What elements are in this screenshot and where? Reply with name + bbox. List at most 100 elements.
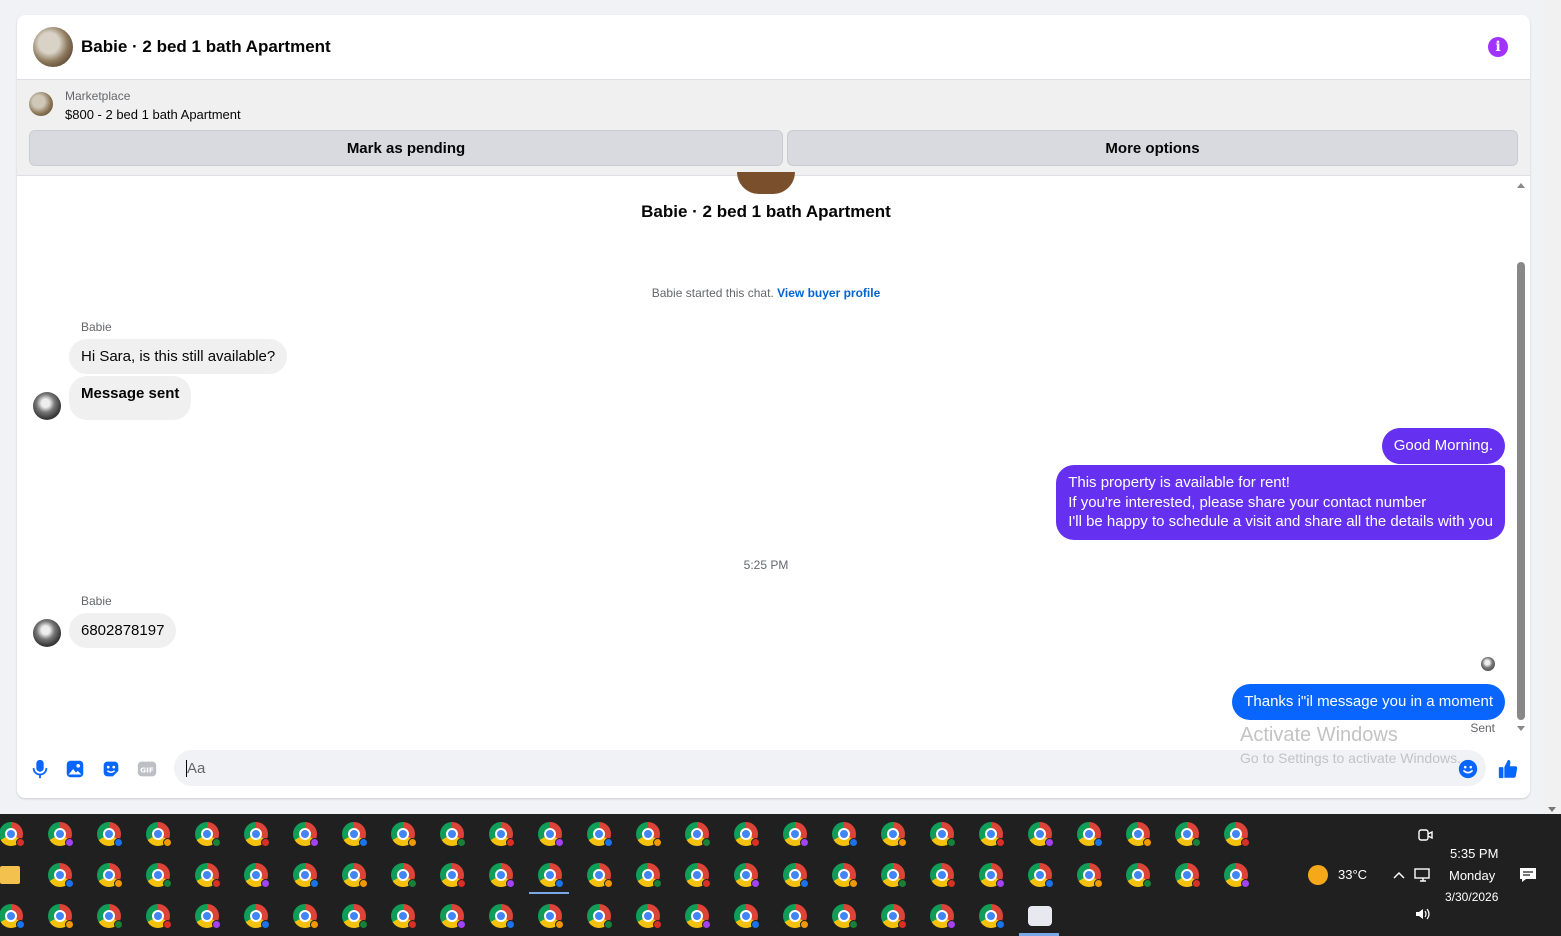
snipping-tool-icon[interactable] <box>1028 906 1052 926</box>
chrome-profile-icon[interactable] <box>538 863 564 888</box>
chrome-profile-icon[interactable] <box>391 863 417 888</box>
chrome-profile-icon[interactable] <box>832 863 858 888</box>
chrome-profile-icon[interactable] <box>244 863 270 888</box>
network-icon[interactable] <box>1414 867 1432 883</box>
image-icon[interactable] <box>64 758 86 780</box>
chrome-profile-icon[interactable] <box>440 863 466 888</box>
chrome-profile-icon[interactable] <box>881 863 907 888</box>
chrome-profile-icon[interactable] <box>244 904 270 929</box>
chrome-profile-icon[interactable] <box>489 863 515 888</box>
chrome-profile-icon[interactable] <box>48 822 74 847</box>
avatar[interactable] <box>33 27 73 67</box>
chrome-profile-icon[interactable] <box>146 863 172 888</box>
emoji-icon[interactable] <box>1457 758 1479 780</box>
chrome-profile-icon[interactable] <box>0 822 25 847</box>
chrome-profile-icon[interactable] <box>293 863 319 888</box>
meet-now-icon[interactable] <box>1416 827 1434 843</box>
chrome-profile-icon[interactable] <box>587 863 613 888</box>
chrome-profile-icon[interactable] <box>538 822 564 847</box>
chrome-profile-icon[interactable] <box>342 904 368 929</box>
file-explorer-icon[interactable] <box>0 866 20 884</box>
chrome-profile-icon[interactable] <box>48 904 74 929</box>
chrome-profile-icon[interactable] <box>1028 863 1054 888</box>
chrome-profile-icon[interactable] <box>734 863 760 888</box>
chrome-profile-icon[interactable] <box>0 904 25 929</box>
chrome-profile-icon[interactable] <box>391 822 417 847</box>
gif-icon[interactable]: GIF <box>136 758 158 780</box>
thumbs-up-icon[interactable] <box>1497 758 1519 780</box>
chrome-profile-icon[interactable] <box>587 904 613 929</box>
listing-price-title[interactable]: $800 - 2 bed 1 bath Apartment <box>65 107 241 122</box>
microphone-icon[interactable] <box>29 758 51 780</box>
clock-date[interactable]: 3/30/2026 <box>1445 890 1498 904</box>
chrome-profile-icon[interactable] <box>146 822 172 847</box>
scroll-down-icon[interactable] <box>1548 807 1556 812</box>
chrome-profile-icon[interactable] <box>440 822 466 847</box>
chrome-profile-icon[interactable] <box>342 863 368 888</box>
chrome-profile-icon[interactable] <box>391 904 417 929</box>
chrome-profile-icon[interactable] <box>1077 863 1103 888</box>
chrome-profile-icon[interactable] <box>979 822 1005 847</box>
chrome-profile-icon[interactable] <box>783 904 809 929</box>
chrome-profile-icon[interactable] <box>146 904 172 929</box>
chrome-profile-icon[interactable] <box>293 904 319 929</box>
mark-as-pending-button[interactable]: Mark as pending <box>29 130 783 166</box>
notifications-icon[interactable] <box>1519 867 1537 883</box>
chrome-profile-icon[interactable] <box>1028 822 1054 847</box>
chrome-profile-icon[interactable] <box>930 904 956 929</box>
chrome-profile-icon[interactable] <box>195 863 221 888</box>
view-buyer-profile-link[interactable]: View buyer profile <box>777 286 880 300</box>
chrome-profile-icon[interactable] <box>1224 822 1250 847</box>
chrome-profile-icon[interactable] <box>48 863 74 888</box>
chrome-profile-icon[interactable] <box>293 822 319 847</box>
chrome-profile-icon[interactable] <box>97 904 123 929</box>
chrome-profile-icon[interactable] <box>685 863 711 888</box>
chrome-profile-icon[interactable] <box>832 822 858 847</box>
weather-icon[interactable] <box>1308 865 1328 885</box>
clock-time[interactable]: 5:35 PM <box>1450 846 1498 861</box>
weather-temperature[interactable]: 33°C <box>1338 867 1367 882</box>
chrome-profile-icon[interactable] <box>195 904 221 929</box>
message-bubble-incoming[interactable]: Message sent <box>69 376 192 420</box>
message-bubble-outgoing[interactable]: Good Morning. <box>1381 428 1505 464</box>
chrome-profile-icon[interactable] <box>440 904 466 929</box>
listing-thumbnail[interactable] <box>29 92 53 116</box>
chrome-profile-icon[interactable] <box>881 904 907 929</box>
sticker-icon[interactable] <box>100 758 122 780</box>
chrome-profile-icon[interactable] <box>685 904 711 929</box>
chrome-profile-icon[interactable] <box>538 904 564 929</box>
chevron-up-icon[interactable] <box>1390 867 1408 883</box>
scroll-up-icon[interactable] <box>1517 183 1525 188</box>
chrome-profile-icon[interactable] <box>195 822 221 847</box>
chrome-profile-icon[interactable] <box>1175 863 1201 888</box>
scroll-down-icon[interactable] <box>1517 726 1525 731</box>
chrome-profile-icon[interactable] <box>636 904 662 929</box>
scrollbar-thumb[interactable] <box>1517 262 1525 720</box>
chrome-profile-icon[interactable] <box>930 863 956 888</box>
chrome-profile-icon[interactable] <box>1126 822 1152 847</box>
chrome-profile-icon[interactable] <box>489 904 515 929</box>
window-scrollbar[interactable] <box>1544 0 1561 814</box>
avatar[interactable] <box>33 619 61 647</box>
chrome-profile-icon[interactable] <box>636 863 662 888</box>
chrome-profile-icon[interactable] <box>832 904 858 929</box>
chrome-profile-icon[interactable] <box>97 822 123 847</box>
message-bubble-outgoing[interactable]: This property is available for rent! If … <box>1056 465 1505 540</box>
chrome-profile-icon[interactable] <box>244 822 270 847</box>
more-options-button[interactable]: More options <box>787 130 1518 166</box>
chrome-profile-icon[interactable] <box>636 822 662 847</box>
chrome-profile-icon[interactable] <box>489 822 515 847</box>
chrome-profile-icon[interactable] <box>979 904 1005 929</box>
chrome-profile-icon[interactable] <box>97 863 123 888</box>
volume-icon[interactable] <box>1414 906 1432 922</box>
message-bubble-incoming[interactable]: 6802878197 <box>69 613 177 648</box>
chrome-profile-icon[interactable] <box>685 822 711 847</box>
message-bubble-incoming[interactable]: Hi Sara, is this still available? <box>69 339 288 374</box>
chrome-profile-icon[interactable] <box>1224 863 1250 888</box>
chrome-profile-icon[interactable] <box>342 822 368 847</box>
chrome-profile-icon[interactable] <box>979 863 1005 888</box>
avatar[interactable] <box>33 392 61 420</box>
message-bubble-outgoing[interactable]: Thanks i"il message you in a moment <box>1232 684 1505 720</box>
chrome-profile-icon[interactable] <box>1126 863 1152 888</box>
clock-day[interactable]: Monday <box>1449 868 1495 883</box>
